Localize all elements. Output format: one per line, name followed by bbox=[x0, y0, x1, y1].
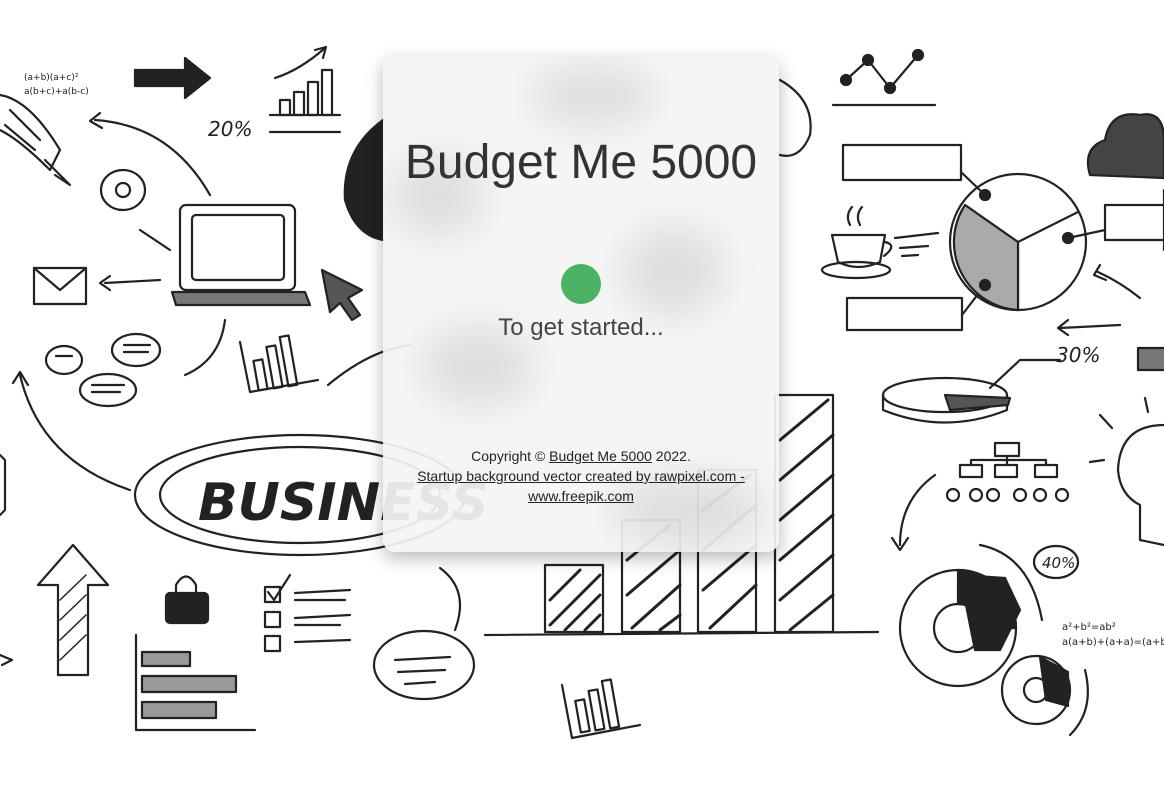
at-sign-icon bbox=[101, 170, 145, 210]
percent-40-label: 40% bbox=[1042, 554, 1075, 572]
line-chart-icon bbox=[833, 50, 935, 105]
get-started-text: To get started... bbox=[498, 314, 664, 341]
percent-30-label: 30% bbox=[1056, 343, 1100, 367]
welcome-card: Budget Me 5000 To get started... Copyrig… bbox=[383, 56, 779, 552]
background-credit-link[interactable]: Startup background vector created by raw… bbox=[417, 468, 745, 504]
formula-label-3: a²+b²=ab² bbox=[1062, 622, 1116, 633]
light-bulb-icon bbox=[1090, 398, 1164, 545]
gear-icon bbox=[900, 570, 1020, 686]
cloud-icon bbox=[1088, 114, 1164, 178]
org-chart-icon bbox=[947, 443, 1068, 501]
footer: Copyright © Budget Me 5000 2022. Startup… bbox=[383, 446, 779, 506]
small-gear-icon bbox=[1002, 656, 1070, 724]
coffee-cup-icon bbox=[822, 207, 938, 278]
small-bar-chart-icon bbox=[240, 336, 318, 392]
checklist-icon bbox=[265, 575, 350, 651]
small-bar-chart-bottom-icon bbox=[562, 679, 640, 738]
pie-chart-icon bbox=[950, 174, 1086, 310]
arrow-right-icon bbox=[135, 58, 210, 98]
chat-bubble-icon bbox=[374, 568, 474, 699]
growth-bars-icon bbox=[270, 47, 340, 115]
cursor-icon bbox=[322, 270, 362, 320]
horizontal-bar-chart-icon bbox=[136, 635, 255, 730]
formula-label-2: a(b+c)+a(b-c) bbox=[24, 87, 89, 97]
copyright-year: 2022. bbox=[655, 448, 691, 464]
speech-bubbles-icon bbox=[46, 334, 160, 406]
app-title: Budget Me 5000 bbox=[404, 136, 758, 189]
arrow-up-icon bbox=[38, 545, 108, 675]
formula-label-4: a(a+b)+(a+a)=(a+b) bbox=[1062, 637, 1164, 648]
brand-link[interactable]: Budget Me 5000 bbox=[549, 448, 652, 464]
rocket-icon bbox=[0, 95, 70, 185]
envelope-icon bbox=[34, 268, 86, 304]
laptop-icon bbox=[172, 205, 310, 305]
loading-indicator bbox=[561, 264, 601, 304]
label-box bbox=[843, 145, 961, 180]
percent-20-label: 20% bbox=[208, 117, 252, 141]
pie-3d-icon bbox=[883, 360, 1060, 423]
copyright-prefix: Copyright © bbox=[471, 448, 546, 464]
formula-label-1: (a+b)(a+c)² bbox=[24, 73, 79, 83]
padlock-icon bbox=[166, 577, 208, 624]
